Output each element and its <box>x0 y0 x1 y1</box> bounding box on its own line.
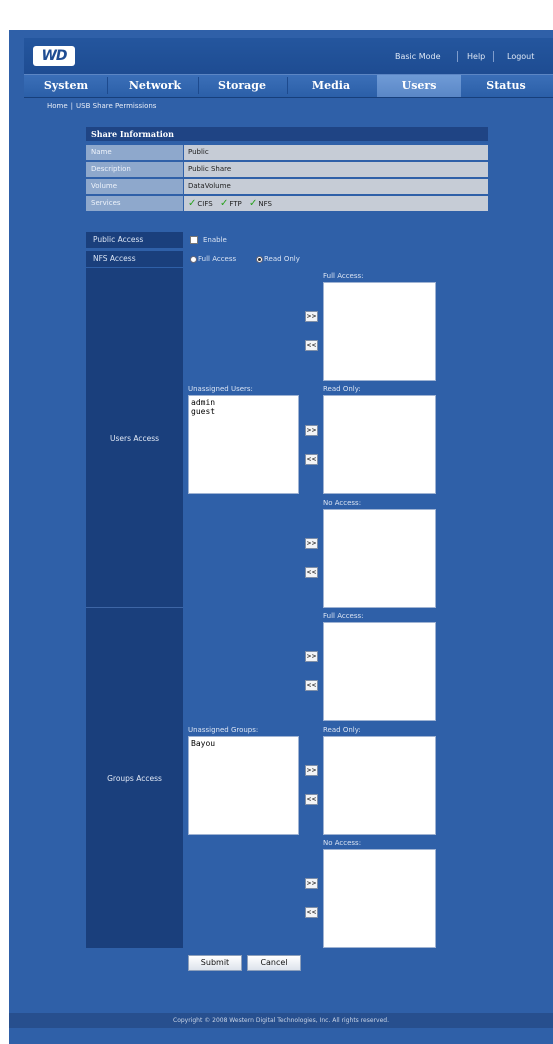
groups-read-only-label: Read Only: <box>323 726 361 734</box>
users-remove-readonly-button[interactable]: << <box>305 454 318 465</box>
groups-no-access-list[interactable] <box>323 849 436 948</box>
header-separator <box>493 51 494 62</box>
description-label: Description <box>86 162 183 177</box>
users-access-label: Users Access <box>109 434 160 443</box>
groups-no-access-label: No Access: <box>323 839 362 847</box>
users-remove-noaccess-button[interactable]: << <box>305 567 318 578</box>
tab-status[interactable]: Status <box>462 75 550 97</box>
help-link[interactable]: Help <box>467 52 485 61</box>
groups-access-panel: Groups Access <box>86 608 183 948</box>
groups-add-noaccess-button[interactable]: >> <box>305 878 318 889</box>
name-value: Public <box>184 145 488 160</box>
description-value: Public Share <box>184 162 488 177</box>
page: WD Basic Mode Help Logout System Network… <box>0 0 553 1044</box>
users-read-only-list[interactable] <box>323 395 436 494</box>
footer-copyright: Copyright © 2008 Western Digital Technol… <box>9 1013 553 1028</box>
users-no-access-label: No Access: <box>323 499 362 507</box>
service-nfs: NFS <box>258 200 272 208</box>
users-no-access-list[interactable] <box>323 509 436 608</box>
submit-button[interactable]: Submit <box>188 955 242 971</box>
public-access-label: Public Access <box>86 232 183 248</box>
groups-remove-readonly-button[interactable]: << <box>305 794 318 805</box>
groups-add-full-button[interactable]: >> <box>305 651 318 662</box>
tab-media[interactable]: Media <box>288 75 374 97</box>
service-cifs: CIFS <box>197 200 213 208</box>
list-item[interactable]: admin <box>191 398 296 407</box>
tab-storage[interactable]: Storage <box>199 75 285 97</box>
groups-access-label: Groups Access <box>107 774 162 783</box>
cancel-button[interactable]: Cancel <box>247 955 301 971</box>
breadcrumb: Home | USB Share Permissions <box>47 102 156 110</box>
unassigned-groups-label: Unassigned Groups: <box>188 726 259 734</box>
tab-system[interactable]: System <box>30 75 102 97</box>
wd-logo: WD <box>33 46 75 66</box>
unassigned-users-label: Unassigned Users: <box>188 385 253 393</box>
tab-divider <box>107 77 108 94</box>
services-value: ✓CIFS ✓FTP ✓NFS <box>184 196 488 211</box>
users-full-access-list[interactable] <box>323 282 436 381</box>
users-add-readonly-button[interactable]: >> <box>305 425 318 436</box>
basic-mode-link[interactable]: Basic Mode <box>395 52 441 61</box>
share-info-header: Share Information <box>86 127 488 141</box>
logout-link[interactable]: Logout <box>507 52 534 61</box>
unassigned-groups-list[interactable]: Bayou <box>188 736 299 835</box>
users-remove-full-button[interactable]: << <box>305 340 318 351</box>
check-icon: ✓ <box>188 198 197 209</box>
breadcrumb-home[interactable]: Home <box>47 102 68 110</box>
users-full-access-label: Full Access: <box>323 272 364 280</box>
nfs-read-only-radio[interactable] <box>256 256 263 263</box>
list-item[interactable]: guest <box>191 407 296 416</box>
header-separator <box>457 51 458 62</box>
breadcrumb-separator: | <box>70 102 74 110</box>
list-item[interactable]: Bayou <box>191 739 296 748</box>
users-access-panel: Users Access <box>86 268 183 608</box>
groups-read-only-list[interactable] <box>323 736 436 835</box>
tab-network[interactable]: Network <box>112 75 198 97</box>
volume-label: Volume <box>86 179 183 194</box>
check-icon: ✓ <box>248 198 258 209</box>
enable-label: Enable <box>203 236 227 244</box>
users-add-noaccess-button[interactable]: >> <box>305 538 318 549</box>
groups-full-access-label: Full Access: <box>323 612 364 620</box>
groups-add-readonly-button[interactable]: >> <box>305 765 318 776</box>
groups-remove-full-button[interactable]: << <box>305 680 318 691</box>
nfs-read-only-label: Read Only <box>264 255 300 263</box>
unassigned-users-list[interactable]: admin guest <box>188 395 299 494</box>
check-icon: ✓ <box>219 198 229 209</box>
nfs-full-access-radio[interactable] <box>190 256 197 263</box>
groups-full-access-list[interactable] <box>323 622 436 721</box>
groups-remove-noaccess-button[interactable]: << <box>305 907 318 918</box>
users-add-full-button[interactable]: >> <box>305 311 318 322</box>
volume-value: DataVolume <box>184 179 488 194</box>
services-label: Services <box>86 196 183 211</box>
name-label: Name <box>86 145 183 160</box>
tab-users[interactable]: Users <box>377 75 461 97</box>
service-ftp: FTP <box>229 200 242 208</box>
users-read-only-label: Read Only: <box>323 385 361 393</box>
public-access-checkbox[interactable] <box>190 236 198 244</box>
nfs-access-label: NFS Access <box>86 251 183 267</box>
breadcrumb-current: USB Share Permissions <box>76 102 157 110</box>
nfs-full-access-label: Full Access <box>198 255 237 263</box>
